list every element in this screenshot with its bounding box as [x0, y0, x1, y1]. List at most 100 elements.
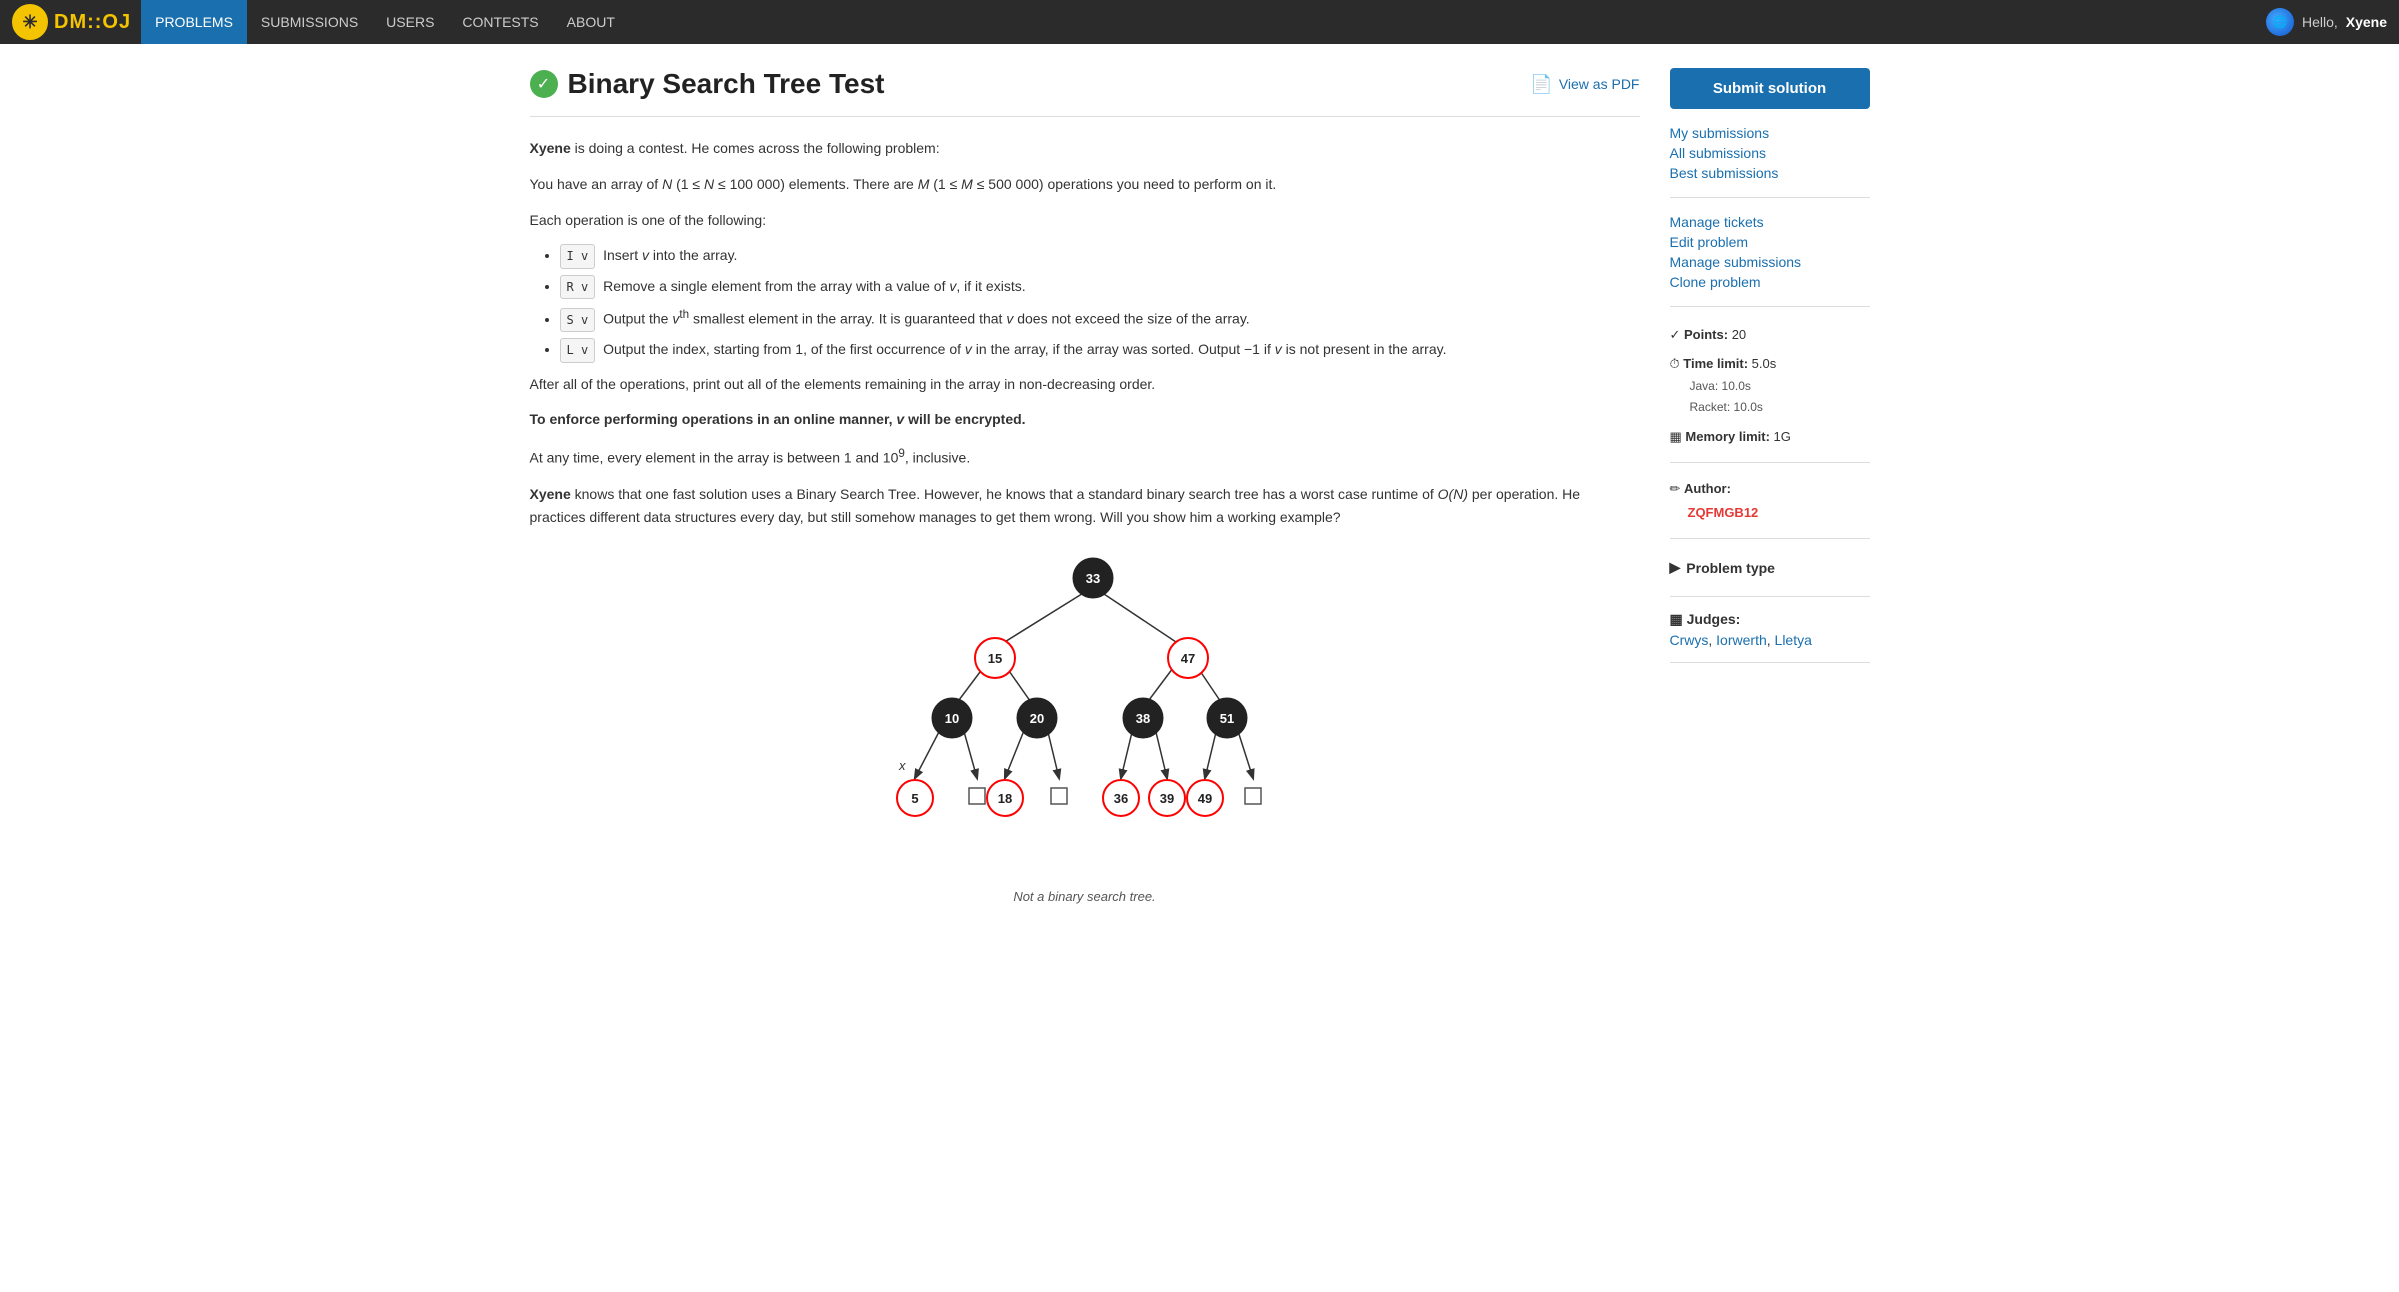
svg-text:18: 18: [997, 791, 1011, 806]
judge-iorwerth[interactable]: Iorwerth: [1716, 632, 1767, 648]
sidebar: Submit solution My submissions All submi…: [1670, 68, 1870, 928]
svg-text:49: 49: [1197, 791, 1211, 806]
author-label: Author:: [1684, 481, 1731, 496]
problem-type-section: ▶ Problem type: [1670, 553, 1870, 597]
problem-meta: ✓ Points: 20 ⏱ Time limit: 5.0s Java: 10…: [1670, 323, 1870, 463]
list-item: S v Output the vth smallest element in t…: [560, 305, 1640, 332]
nav-contests[interactable]: CONTESTS: [448, 0, 552, 44]
user-greeting: Hello,: [2302, 14, 2338, 30]
op-key-r: R v: [560, 275, 596, 299]
nav-about[interactable]: ABOUT: [553, 0, 629, 44]
edge: [1155, 728, 1167, 778]
judges-section: ▦ Judges: Crwys, Iorwerth, Lletya: [1670, 611, 1870, 663]
intro-para: Xyene is doing a contest. He comes acros…: [530, 137, 1640, 161]
judge-crwys[interactable]: Crwys: [1670, 632, 1709, 648]
svg-text:47: 47: [1180, 651, 1194, 666]
svg-text:10: 10: [944, 711, 958, 726]
time-limit-row: ⏱ Time limit: 5.0s Java: 10.0s Racket: 1…: [1670, 352, 1870, 419]
bst-diagram: x 33 15 47: [530, 550, 1640, 908]
pencil-icon: ✏: [1670, 481, 1685, 496]
op-key-s: S v: [560, 308, 596, 332]
submit-solution-button[interactable]: Submit solution: [1670, 68, 1870, 109]
problem-type-toggle[interactable]: ▶ Problem type: [1670, 553, 1870, 582]
nav-submissions[interactable]: SUBMISSIONS: [247, 0, 372, 44]
empty-leaf: [969, 788, 985, 804]
para4-bold: To enforce performing operations in an o…: [530, 411, 1026, 427]
points-value: 20: [1732, 327, 1746, 342]
judges-list: Crwys, Iorwerth, Lletya: [1670, 632, 1870, 648]
nav-problems[interactable]: PROBLEMS: [141, 0, 247, 44]
node-39: 39: [1149, 780, 1185, 816]
logo-star-icon: ✳: [12, 4, 48, 40]
para1: You have an array of N (1 ≤ N ≤ 100 000)…: [530, 173, 1640, 197]
actor-name2: Xyene: [530, 486, 571, 502]
nav-links: PROBLEMS SUBMISSIONS USERS CONTESTS ABOU…: [141, 0, 2266, 44]
node-33: 33: [1073, 558, 1113, 598]
list-item: R v Remove a single element from the arr…: [560, 275, 1640, 299]
problem-type-label: Problem type: [1686, 560, 1775, 576]
node-51: 51: [1207, 698, 1247, 738]
svg-text:36: 36: [1113, 791, 1127, 806]
clone-problem-link[interactable]: Clone problem: [1670, 274, 1870, 290]
submission-links: My submissions All submissions Best subm…: [1670, 125, 1870, 198]
main-content: ✓ Binary Search Tree Test 📄 View as PDF …: [530, 68, 1640, 928]
memory-limit-row: ▦ Memory limit: 1G: [1670, 425, 1870, 448]
svg-text:15: 15: [987, 651, 1001, 666]
author-link[interactable]: ZQFMGB12: [1688, 505, 1759, 520]
node-15: 15: [975, 638, 1015, 678]
memory-limit-label: Memory limit:: [1685, 429, 1770, 444]
edge: [1121, 728, 1133, 778]
edge: [1237, 728, 1253, 778]
logo[interactable]: ✳ DM::OJ: [12, 4, 131, 40]
svg-text:5: 5: [911, 791, 918, 806]
my-submissions-link[interactable]: My submissions: [1670, 125, 1870, 141]
svg-text:20: 20: [1029, 711, 1043, 726]
view-pdf-link[interactable]: 📄 View as PDF: [1530, 74, 1639, 95]
logo-text: DM::OJ: [54, 11, 131, 34]
solved-checkmark-icon: ✓: [530, 70, 558, 98]
diagram-caption: Not a binary search tree.: [530, 886, 1640, 908]
edge: [995, 592, 1085, 648]
navbar: ✳ DM::OJ PROBLEMS SUBMISSIONS USERS CONT…: [0, 0, 2399, 44]
node-10: 10: [932, 698, 972, 738]
judges-label: ▦ Judges:: [1670, 611, 1870, 628]
clock-icon: ⏱: [1670, 356, 1684, 371]
author-section: ✏ Author: ZQFMGB12: [1670, 477, 1870, 539]
para6: Xyene knows that one fast solution uses …: [530, 483, 1640, 531]
racket-time: Racket: 10.0s: [1690, 397, 1870, 419]
all-submissions-link[interactable]: All submissions: [1670, 145, 1870, 161]
empty-leaf: [1245, 788, 1261, 804]
points-label: Points:: [1684, 327, 1728, 342]
chevron-right-icon: ▶: [1670, 559, 1681, 576]
memory-icon: ▦: [1670, 429, 1686, 444]
intro-text: is doing a contest. He comes across the …: [575, 140, 940, 156]
judge-lletya[interactable]: Lletya: [1775, 632, 1812, 648]
x-label: x: [898, 758, 906, 773]
svg-text:33: 33: [1085, 571, 1099, 586]
best-submissions-link[interactable]: Best submissions: [1670, 165, 1870, 181]
svg-text:38: 38: [1135, 711, 1149, 726]
node-20: 20: [1017, 698, 1057, 738]
pdf-icon: 📄: [1530, 74, 1552, 95]
actor-name: Xyene: [530, 140, 571, 156]
para4: To enforce performing operations in an o…: [530, 408, 1640, 432]
manage-submissions-link[interactable]: Manage submissions: [1670, 254, 1870, 270]
edge: [963, 728, 977, 778]
op-key-l: L v: [560, 338, 596, 362]
para3: After all of the operations, print out a…: [530, 373, 1640, 397]
username: Xyene: [2346, 14, 2387, 30]
node-38: 38: [1123, 698, 1163, 738]
svg-text:39: 39: [1159, 791, 1173, 806]
checkmark-icon: ✓: [1670, 327, 1685, 342]
node-49: 49: [1187, 780, 1223, 816]
memory-limit-value: 1G: [1774, 429, 1791, 444]
nav-users[interactable]: USERS: [372, 0, 448, 44]
edge: [1005, 728, 1025, 778]
author-row: ✏ Author: ZQFMGB12: [1670, 477, 1870, 524]
manage-links: Manage tickets Edit problem Manage submi…: [1670, 214, 1870, 307]
edit-problem-link[interactable]: Edit problem: [1670, 234, 1870, 250]
problem-header: ✓ Binary Search Tree Test 📄 View as PDF: [530, 68, 1640, 117]
op-key-i: I v: [560, 244, 596, 268]
manage-tickets-link[interactable]: Manage tickets: [1670, 214, 1870, 230]
edge: [915, 728, 941, 778]
